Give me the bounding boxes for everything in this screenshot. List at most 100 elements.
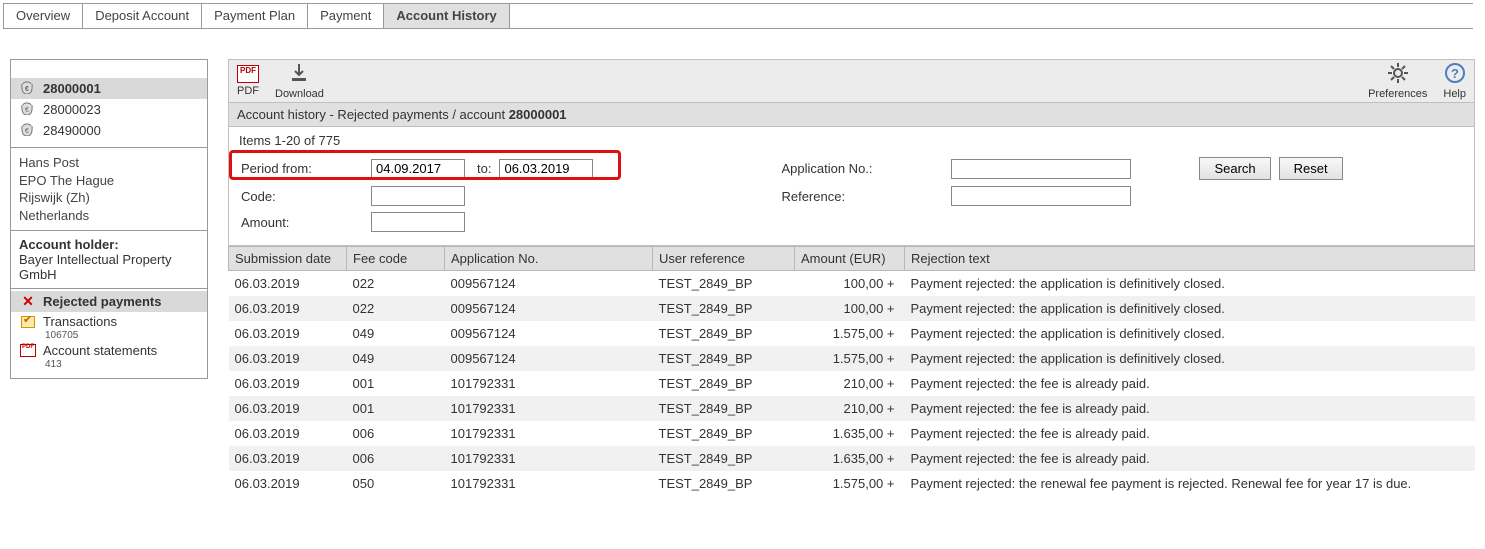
sidebar-item-rejected-payments[interactable]: ✕ Rejected payments (11, 291, 207, 312)
table-cell: 06.03.2019 (229, 446, 347, 471)
pdf-icon (237, 65, 259, 83)
table-row[interactable]: 06.03.2019006101792331TEST_2849_BP1.635,… (229, 446, 1475, 471)
table-cell: 1.575,00 + (795, 321, 905, 346)
main-panel: PDF Download Preferences ? Help (228, 59, 1475, 496)
reference-input[interactable] (951, 186, 1131, 206)
table-cell: 009567124 (445, 321, 653, 346)
column-header[interactable]: Application No. (445, 247, 653, 271)
reset-button[interactable]: Reset (1279, 157, 1343, 180)
address-line: Rijswijk (Zh) (19, 189, 199, 207)
code-label: Code: (237, 183, 367, 209)
content-title: Account history - Rejected payments / ac… (228, 103, 1475, 127)
amount-label: Amount: (237, 209, 367, 235)
table-cell: 210,00 + (795, 396, 905, 421)
period-from-label: Period from: (237, 154, 367, 183)
sidebar-item-transactions[interactable]: Transactions (11, 312, 207, 331)
table-row[interactable]: 06.03.2019001101792331TEST_2849_BP210,00… (229, 371, 1475, 396)
tab-bar: OverviewDeposit AccountPayment PlanPayme… (3, 3, 1473, 29)
table-cell: 210,00 + (795, 371, 905, 396)
column-header[interactable]: Amount (EUR) (795, 247, 905, 271)
table-cell: 100,00 + (795, 296, 905, 321)
tab-payment-plan[interactable]: Payment Plan (202, 4, 308, 28)
table-cell: TEST_2849_BP (653, 446, 795, 471)
table-cell: Payment rejected: the application is def… (905, 346, 1475, 371)
table-cell: Payment rejected: the application is def… (905, 271, 1475, 297)
table-row[interactable]: 06.03.2019006101792331TEST_2849_BP1.635,… (229, 421, 1475, 446)
title-prefix: Account history - Rejected payments / ac… (237, 107, 509, 122)
application-no-input[interactable] (951, 159, 1131, 179)
items-count: Items 1-20 of 775 (228, 127, 1475, 154)
money-bag-icon: € (19, 122, 35, 139)
table-row[interactable]: 06.03.2019022009567124TEST_2849_BP100,00… (229, 271, 1475, 297)
table-cell: 06.03.2019 (229, 271, 347, 297)
tab-overview[interactable]: Overview (4, 4, 83, 28)
help-button[interactable]: ? Help (1443, 63, 1466, 100)
period-to-input[interactable] (499, 159, 593, 179)
table-cell: 006 (347, 446, 445, 471)
table-cell: Payment rejected: the fee is already pai… (905, 446, 1475, 471)
table-cell: 022 (347, 296, 445, 321)
tab-deposit-account[interactable]: Deposit Account (83, 4, 202, 28)
transactions-count: 106705 (11, 330, 207, 341)
table-row[interactable]: 06.03.2019050101792331TEST_2849_BP1.575,… (229, 471, 1475, 496)
table-row[interactable]: 06.03.2019049009567124TEST_2849_BP1.575,… (229, 346, 1475, 371)
account-item[interactable]: €28490000 (11, 120, 207, 141)
pdf-label: PDF (237, 85, 259, 97)
table-cell: 049 (347, 321, 445, 346)
table-cell: 001 (347, 396, 445, 421)
tab-payment[interactable]: Payment (308, 4, 384, 28)
table-cell: 009567124 (445, 271, 653, 297)
table-cell: 06.03.2019 (229, 296, 347, 321)
help-label: Help (1443, 88, 1466, 100)
money-bag-icon: € (19, 80, 35, 97)
table-row[interactable]: 06.03.2019001101792331TEST_2849_BP210,00… (229, 396, 1475, 421)
table-cell: 06.03.2019 (229, 346, 347, 371)
column-header[interactable]: User reference (653, 247, 795, 271)
table-cell: 06.03.2019 (229, 471, 347, 496)
table-cell: 022 (347, 271, 445, 297)
preferences-label: Preferences (1368, 88, 1427, 100)
table-cell: Payment rejected: the application is def… (905, 296, 1475, 321)
table-cell: TEST_2849_BP (653, 371, 795, 396)
table-cell: 001 (347, 371, 445, 396)
table-cell: 1.635,00 + (795, 446, 905, 471)
table-cell: 101792331 (445, 371, 653, 396)
table-cell: TEST_2849_BP (653, 271, 795, 297)
address-line: Netherlands (19, 207, 199, 225)
column-header[interactable]: Fee code (347, 247, 445, 271)
account-holder-label: Account holder: (19, 237, 199, 252)
account-number: 28000001 (43, 81, 101, 96)
address-line: EPO The Hague (19, 172, 199, 190)
address-block: Hans PostEPO The HagueRijswijk (Zh)Nethe… (11, 148, 207, 231)
table-cell: TEST_2849_BP (653, 321, 795, 346)
tab-account-history[interactable]: Account History (384, 4, 509, 28)
table-cell: 101792331 (445, 421, 653, 446)
download-label: Download (275, 88, 324, 100)
statements-count: 413 (11, 359, 207, 370)
period-to-label: to: (469, 154, 495, 183)
column-header[interactable]: Rejection text (905, 247, 1475, 271)
sidebar-nav: ✕ Rejected payments Transactions 106705 … (11, 289, 207, 378)
sidebar-item-account-statements[interactable]: Account statements (11, 341, 207, 360)
account-item[interactable]: €28000001 (11, 78, 207, 99)
code-input[interactable] (371, 186, 465, 206)
table-cell: 06.03.2019 (229, 371, 347, 396)
svg-text:?: ? (1451, 66, 1459, 81)
search-button[interactable]: Search (1199, 157, 1270, 180)
period-from-input[interactable] (371, 159, 465, 179)
column-header[interactable]: Submission date (229, 247, 347, 271)
table-cell: 101792331 (445, 471, 653, 496)
check-icon (21, 316, 35, 328)
table-row[interactable]: 06.03.2019022009567124TEST_2849_BP100,00… (229, 296, 1475, 321)
account-item[interactable]: €28000023 (11, 99, 207, 120)
sidebar-item-label: Rejected payments (43, 294, 162, 309)
table-cell: 009567124 (445, 346, 653, 371)
preferences-button[interactable]: Preferences (1368, 63, 1427, 100)
money-bag-icon: € (19, 101, 35, 118)
pdf-button[interactable]: PDF (237, 65, 259, 97)
table-row[interactable]: 06.03.2019049009567124TEST_2849_BP1.575,… (229, 321, 1475, 346)
amount-input[interactable] (371, 212, 465, 232)
download-button[interactable]: Download (275, 63, 324, 100)
table-cell: 1.635,00 + (795, 421, 905, 446)
sidebar-item-label: Transactions (43, 314, 117, 329)
